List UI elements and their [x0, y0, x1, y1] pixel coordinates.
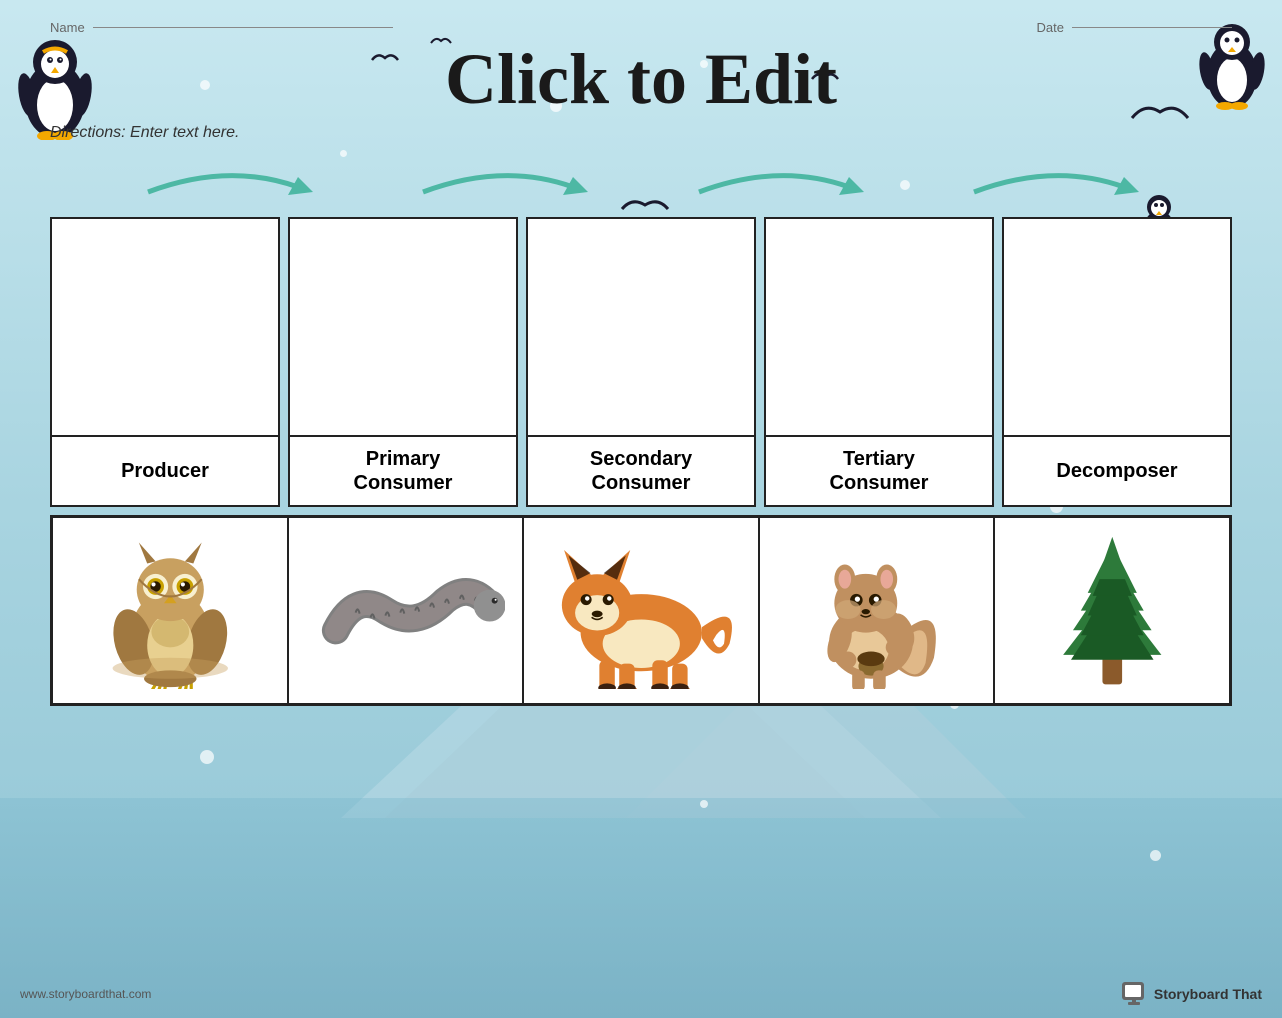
header-row: Name Date — [30, 15, 1252, 40]
date-label: Date — [1037, 20, 1064, 35]
primary-consumer-image-box[interactable] — [288, 217, 518, 437]
date-line — [1072, 27, 1232, 28]
producer-label[interactable]: Producer — [50, 437, 280, 507]
tree-image — [1013, 532, 1212, 689]
worm-image — [306, 532, 505, 689]
decomposer-image-box[interactable] — [1002, 217, 1232, 437]
secondary-consumer-image-box[interactable] — [526, 217, 756, 437]
snow-dot — [200, 750, 214, 764]
animal-cell-tree[interactable] — [995, 518, 1229, 703]
footer: www.storyboardthat.com Storyboard That — [20, 980, 1262, 1008]
primary-consumer-column: PrimaryConsumer — [288, 217, 518, 507]
squirrel-image — [777, 532, 976, 689]
footer-logo: Storyboard That — [1120, 980, 1262, 1008]
arrows-row — [30, 152, 1252, 212]
food-chain-grid: Producer PrimaryConsumer SecondaryConsum… — [30, 217, 1252, 507]
decomposer-label[interactable]: Decomposer — [1002, 437, 1232, 507]
snow-dot — [1150, 850, 1161, 861]
arrow-4 — [964, 157, 1144, 207]
footer-url: www.storyboardthat.com — [20, 987, 151, 1001]
arrow-3 — [689, 157, 869, 207]
animal-cell-squirrel[interactable] — [760, 518, 996, 703]
arrow-1 — [138, 157, 318, 207]
tertiary-consumer-column: TertiaryConsumer — [764, 217, 994, 507]
animals-row — [50, 515, 1232, 706]
tertiary-consumer-label[interactable]: TertiaryConsumer — [764, 437, 994, 507]
storyboard-icon — [1120, 980, 1148, 1008]
producer-column: Producer — [50, 217, 280, 507]
arrow-2 — [413, 157, 593, 207]
fox-image — [542, 532, 741, 689]
primary-consumer-label[interactable]: PrimaryConsumer — [288, 437, 518, 507]
snow-dot — [700, 800, 708, 808]
owl-image — [71, 532, 270, 689]
name-field[interactable]: Name — [50, 20, 393, 35]
page-title[interactable]: Click to Edit — [30, 40, 1252, 119]
tertiary-consumer-image-box[interactable] — [764, 217, 994, 437]
producer-image-box[interactable] — [50, 217, 280, 437]
main-content: Name Date Click to Edit Directions: Ente… — [0, 0, 1282, 721]
name-label: Name — [50, 20, 85, 35]
decomposer-column: Decomposer — [1002, 217, 1232, 507]
name-line — [93, 27, 393, 28]
date-field[interactable]: Date — [1037, 20, 1232, 35]
animal-cell-fox[interactable] — [524, 518, 760, 703]
directions-text[interactable]: Directions: Enter text here. — [50, 124, 1232, 142]
animal-cell-owl[interactable] — [53, 518, 289, 703]
animal-cell-worm[interactable] — [289, 518, 525, 703]
brand-name: Storyboard That — [1154, 986, 1262, 1002]
secondary-consumer-label[interactable]: SecondaryConsumer — [526, 437, 756, 507]
secondary-consumer-column: SecondaryConsumer — [526, 217, 756, 507]
